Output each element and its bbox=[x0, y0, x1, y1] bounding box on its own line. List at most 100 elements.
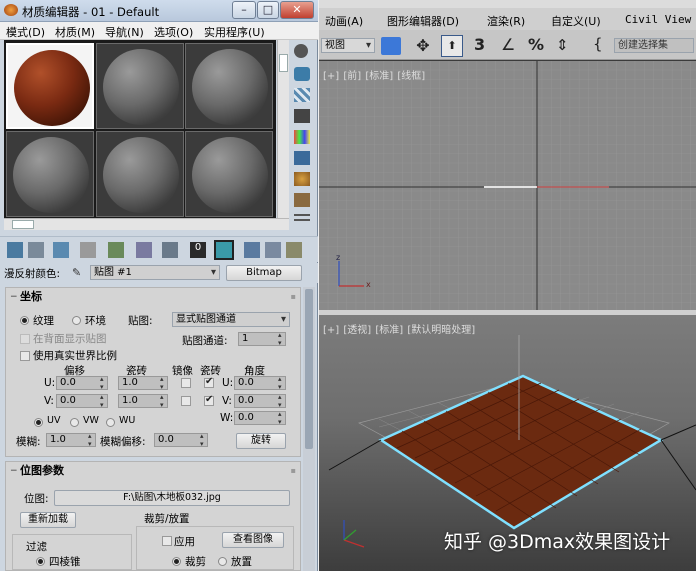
map-channel-spinner[interactable]: 1 bbox=[238, 331, 286, 347]
sample-slot-wood[interactable] bbox=[6, 43, 94, 129]
go-to-parent-icon[interactable] bbox=[265, 242, 281, 258]
crop-radio[interactable] bbox=[172, 557, 181, 566]
material-editor-window: 材质编辑器 - 01 - Default – □ ✕ 模式(D) 材质(M) 导… bbox=[0, 0, 318, 571]
sample-uv-tiling-icon[interactable] bbox=[294, 109, 310, 123]
video-color-check-icon[interactable] bbox=[294, 130, 310, 144]
menu-options[interactable]: 选项(O) bbox=[154, 24, 193, 40]
sample-slot[interactable] bbox=[96, 43, 184, 129]
pyramid-label: 四棱锥 bbox=[49, 556, 81, 568]
show-end-result-icon[interactable] bbox=[244, 242, 260, 258]
percent-snap-icon[interactable]: % bbox=[528, 35, 544, 54]
horizontal-scroll-thumb[interactable] bbox=[12, 220, 34, 229]
material-id-icon[interactable]: 0 bbox=[190, 242, 206, 258]
spinner-snap-icon[interactable]: ⇕ bbox=[556, 36, 569, 54]
blur-spinner[interactable]: 1.0 bbox=[46, 432, 96, 448]
show-back-checkbox[interactable] bbox=[20, 334, 30, 344]
sample-slot[interactable] bbox=[96, 131, 184, 217]
background-icon[interactable] bbox=[294, 88, 310, 102]
map-name-field[interactable]: 贴图 #1 bbox=[90, 265, 220, 280]
v-tile-checkbox[interactable] bbox=[204, 394, 214, 406]
v-tiling-spinner[interactable]: 1.0 bbox=[118, 393, 168, 409]
menu-customize[interactable]: 自定义(U) bbox=[551, 13, 601, 29]
put-to-scene-icon[interactable] bbox=[28, 242, 44, 258]
v-angle-spinner[interactable]: 0.0 bbox=[234, 393, 286, 409]
perspective-viewport-label[interactable]: [+] [透视] [标准] [默认明暗处理] bbox=[323, 321, 475, 336]
reference-coord-dropdown[interactable]: 视图 bbox=[321, 38, 375, 53]
snaps-toggle-icon[interactable]: 3 bbox=[474, 35, 485, 54]
assign-to-selection-icon[interactable] bbox=[53, 242, 69, 258]
go-forward-sibling-icon[interactable] bbox=[286, 242, 302, 258]
angle-snap-icon[interactable]: ∠ bbox=[501, 35, 515, 54]
pivot-center-icon[interactable] bbox=[381, 37, 401, 55]
material-id-channel-icon[interactable] bbox=[162, 242, 178, 258]
v-mirror-checkbox[interactable] bbox=[181, 396, 191, 406]
edit-named-selection-icon[interactable]: { bbox=[593, 35, 603, 53]
uv-radio[interactable] bbox=[34, 418, 43, 427]
make-preview-icon[interactable] bbox=[294, 151, 310, 165]
reset-map-icon[interactable] bbox=[80, 242, 96, 258]
rollout-scroll-thumb[interactable] bbox=[305, 289, 313, 449]
bitmap-path-button[interactable]: F:\贴图\木地板032.jpg bbox=[54, 490, 290, 506]
vertical-scrollbar[interactable] bbox=[277, 40, 289, 218]
wu-radio[interactable] bbox=[106, 418, 115, 427]
sample-slot[interactable] bbox=[185, 43, 273, 129]
floor-plane[interactable] bbox=[378, 374, 664, 530]
menu-material[interactable]: 材质(M) bbox=[55, 24, 95, 40]
view-image-button[interactable]: 查看图像 bbox=[222, 532, 284, 548]
close-button[interactable]: ✕ bbox=[280, 1, 314, 19]
mapping-dropdown[interactable]: 显式贴图通道 bbox=[172, 312, 290, 327]
horizontal-scrollbar[interactable] bbox=[4, 218, 289, 230]
title-bar: 材质编辑器 - 01 - Default – □ ✕ bbox=[0, 0, 318, 22]
w-angle-spinner[interactable]: 0.0 bbox=[234, 410, 286, 426]
maximize-button[interactable]: □ bbox=[257, 1, 279, 19]
sample-type-sphere-icon[interactable] bbox=[294, 44, 308, 58]
options-icon[interactable] bbox=[294, 172, 310, 186]
show-map-in-viewport-icon[interactable] bbox=[214, 240, 234, 260]
u-mirror-checkbox[interactable] bbox=[181, 378, 191, 388]
material-navigator-icon[interactable] bbox=[294, 214, 310, 228]
sample-slot[interactable] bbox=[6, 131, 94, 217]
pyramid-radio[interactable] bbox=[36, 557, 45, 566]
menu-navigation[interactable]: 导航(N) bbox=[105, 24, 144, 40]
bitmap-parameters-rollout: − 位图参数 ▪ 位图: F:\贴图\木地板032.jpg 重新加载 裁剪/放置… bbox=[5, 461, 301, 571]
perspective-viewport[interactable]: [+] [透视] [标准] [默认明暗处理] 知乎 @3Dmax效果图设计 bbox=[319, 315, 696, 571]
keyboard-shortcut-icon[interactable]: ⬆ bbox=[441, 35, 463, 57]
menu-graph-editors[interactable]: 图形编辑器(D) bbox=[387, 13, 459, 29]
pick-material-icon[interactable]: ✎ bbox=[72, 266, 84, 279]
menu-utilities[interactable]: 实用程序(U) bbox=[204, 24, 265, 40]
u-angle-spinner[interactable]: 0.0 bbox=[234, 375, 286, 391]
apply-checkbox[interactable] bbox=[162, 536, 172, 546]
front-viewport-label[interactable]: [+] [前] [标准] [线框] bbox=[323, 67, 425, 82]
front-viewport[interactable]: [+] [前] [标准] [线框] z x bbox=[319, 61, 696, 310]
blur-offset-spinner[interactable]: 0.0 bbox=[154, 432, 208, 448]
texture-radio[interactable] bbox=[20, 316, 29, 325]
place-radio[interactable] bbox=[218, 557, 227, 566]
select-by-material-icon[interactable] bbox=[294, 193, 310, 207]
make-unique-icon[interactable] bbox=[108, 242, 124, 258]
named-selection-field[interactable]: 创建选择集 bbox=[614, 38, 694, 53]
put-to-library-icon[interactable] bbox=[136, 242, 152, 258]
environ-radio[interactable] bbox=[72, 316, 81, 325]
get-material-icon[interactable] bbox=[7, 242, 23, 258]
u-tiling-spinner[interactable]: 1.0 bbox=[118, 375, 168, 391]
menu-rendering[interactable]: 渲染(R) bbox=[487, 13, 525, 29]
v-offset-spinner[interactable]: 0.0 bbox=[56, 393, 108, 409]
rollout-scrollbar[interactable] bbox=[303, 287, 315, 571]
menu-animation[interactable]: 动画(A) bbox=[325, 13, 363, 29]
vw-radio[interactable] bbox=[70, 418, 79, 427]
rotate-button[interactable]: 旋转 bbox=[236, 433, 286, 449]
sample-slot[interactable] bbox=[185, 131, 273, 217]
real-world-checkbox[interactable] bbox=[20, 351, 30, 361]
select-manipulate-icon[interactable]: ✥ bbox=[413, 36, 433, 56]
menu-mode[interactable]: 模式(D) bbox=[6, 24, 45, 40]
reload-button[interactable]: 重新加载 bbox=[20, 512, 76, 528]
backlight-icon[interactable] bbox=[294, 67, 310, 81]
minimize-button[interactable]: – bbox=[232, 1, 256, 19]
bitmap-params-header[interactable]: 位图参数 bbox=[6, 462, 300, 480]
map-type-button[interactable]: Bitmap bbox=[226, 265, 302, 281]
rollout-grip-icon: ▪ bbox=[290, 466, 296, 475]
menu-civil-view[interactable]: Civil View bbox=[625, 13, 691, 26]
u-offset-spinner[interactable]: 0.0 bbox=[56, 375, 108, 391]
u-tile-checkbox[interactable] bbox=[204, 376, 214, 388]
coordinates-header[interactable]: 坐标 bbox=[6, 288, 300, 306]
